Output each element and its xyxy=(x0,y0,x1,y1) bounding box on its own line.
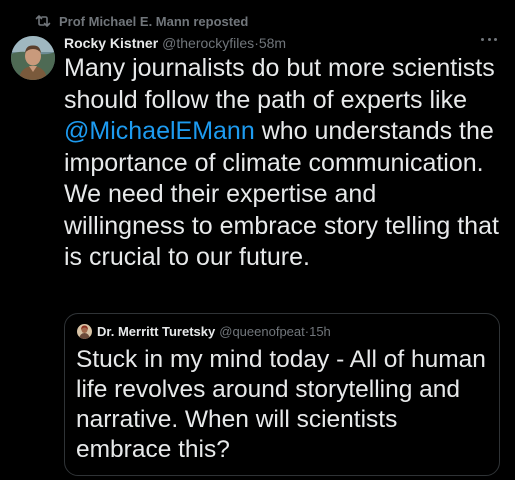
quoted-author-handle[interactable]: @queenofpeat xyxy=(219,324,305,339)
tweet-timestamp[interactable]: 58m xyxy=(259,35,286,51)
quoted-author-name[interactable]: Dr. Merritt Turetsky xyxy=(97,324,215,339)
author-handle[interactable]: @therockyfiles xyxy=(162,35,254,51)
repost-label: Prof Michael E. Mann reposted xyxy=(59,13,249,29)
quoted-tweet-timestamp[interactable]: 15h xyxy=(309,324,331,339)
repost-indicator[interactable]: Prof Michael E. Mann reposted xyxy=(35,12,248,30)
quoted-tweet-card[interactable]: Dr. Merritt Turetsky @queenofpeat · 15h … xyxy=(64,313,500,476)
quoted-tweet-text: Stuck in my mind today - All of human li… xyxy=(76,346,486,463)
quoted-author-avatar xyxy=(77,323,92,339)
more-icon[interactable] xyxy=(481,33,497,45)
repost-icon xyxy=(35,13,51,29)
tweet-text: Many journalists do but more scientists … xyxy=(64,53,504,274)
tweet-header: Rocky Kistner @therockyfiles · 58m xyxy=(64,34,286,52)
author-name[interactable]: Rocky Kistner xyxy=(64,35,158,51)
tweet-text-part: Many journalists do but more scientists … xyxy=(64,54,495,114)
author-avatar[interactable] xyxy=(11,36,55,80)
mention-link[interactable]: @MichaelEMann xyxy=(64,117,255,145)
quoted-tweet-header: Dr. Merritt Turetsky @queenofpeat · 15h xyxy=(77,322,331,340)
